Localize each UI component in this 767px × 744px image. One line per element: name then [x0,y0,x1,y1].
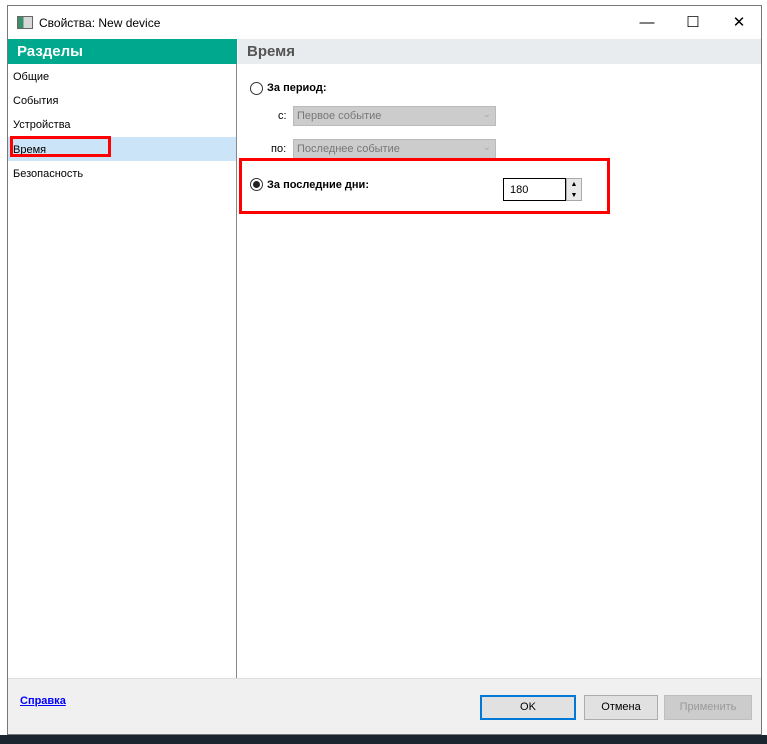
taskbar [0,735,767,744]
minimize-button[interactable]: — [624,6,670,39]
apply-button[interactable]: Применить [664,695,752,720]
section-title: Время [238,39,761,64]
to-value: Последнее событие [297,143,400,155]
help-link[interactable]: Справка [20,695,66,707]
period-label: За период: [267,82,327,94]
title-bar: Свойства: New device — ☐ ✕ [8,6,761,39]
last-days-radio[interactable] [250,178,263,191]
sidebar-item-devices[interactable]: Устройства [8,112,236,136]
properties-dialog: Свойства: New device — ☐ ✕ Разделы Общие… [7,5,762,735]
spin-down-icon[interactable]: ▼ [567,190,581,201]
from-value: Первое событие [297,110,382,122]
from-label: с: [278,110,287,122]
sidebar-item-events[interactable]: События [8,88,236,112]
to-select[interactable]: Последнее событие ⌄ [293,139,496,159]
background-app [0,0,7,735]
spin-up-icon[interactable]: ▲ [567,179,581,190]
maximize-button[interactable]: ☐ [670,6,716,39]
window-title: Свойства: New device [39,16,161,30]
highlight-box-sidebar [10,136,111,157]
close-button[interactable]: ✕ [716,6,762,39]
cancel-button[interactable]: Отмена [584,695,658,720]
ok-button[interactable]: OK [480,695,576,720]
from-select[interactable]: Первое событие ⌄ [293,106,496,126]
last-days-label: За последние дни: [267,179,369,191]
dialog-footer: Справка OK Отмена Применить [8,678,761,734]
to-label: по: [271,143,287,155]
chevron-down-icon: ⌄ [482,109,491,120]
days-spinner[interactable]: ▲ ▼ [566,178,582,201]
period-radio[interactable] [250,82,263,95]
sidebar-item-general[interactable]: Общие [8,64,236,88]
chevron-down-icon: ⌄ [482,142,491,153]
app-icon [17,16,33,29]
sidebar-item-security[interactable]: Безопасность [8,161,236,185]
days-input[interactable]: 180 [503,178,566,201]
sidebar-header: Разделы [8,39,237,64]
